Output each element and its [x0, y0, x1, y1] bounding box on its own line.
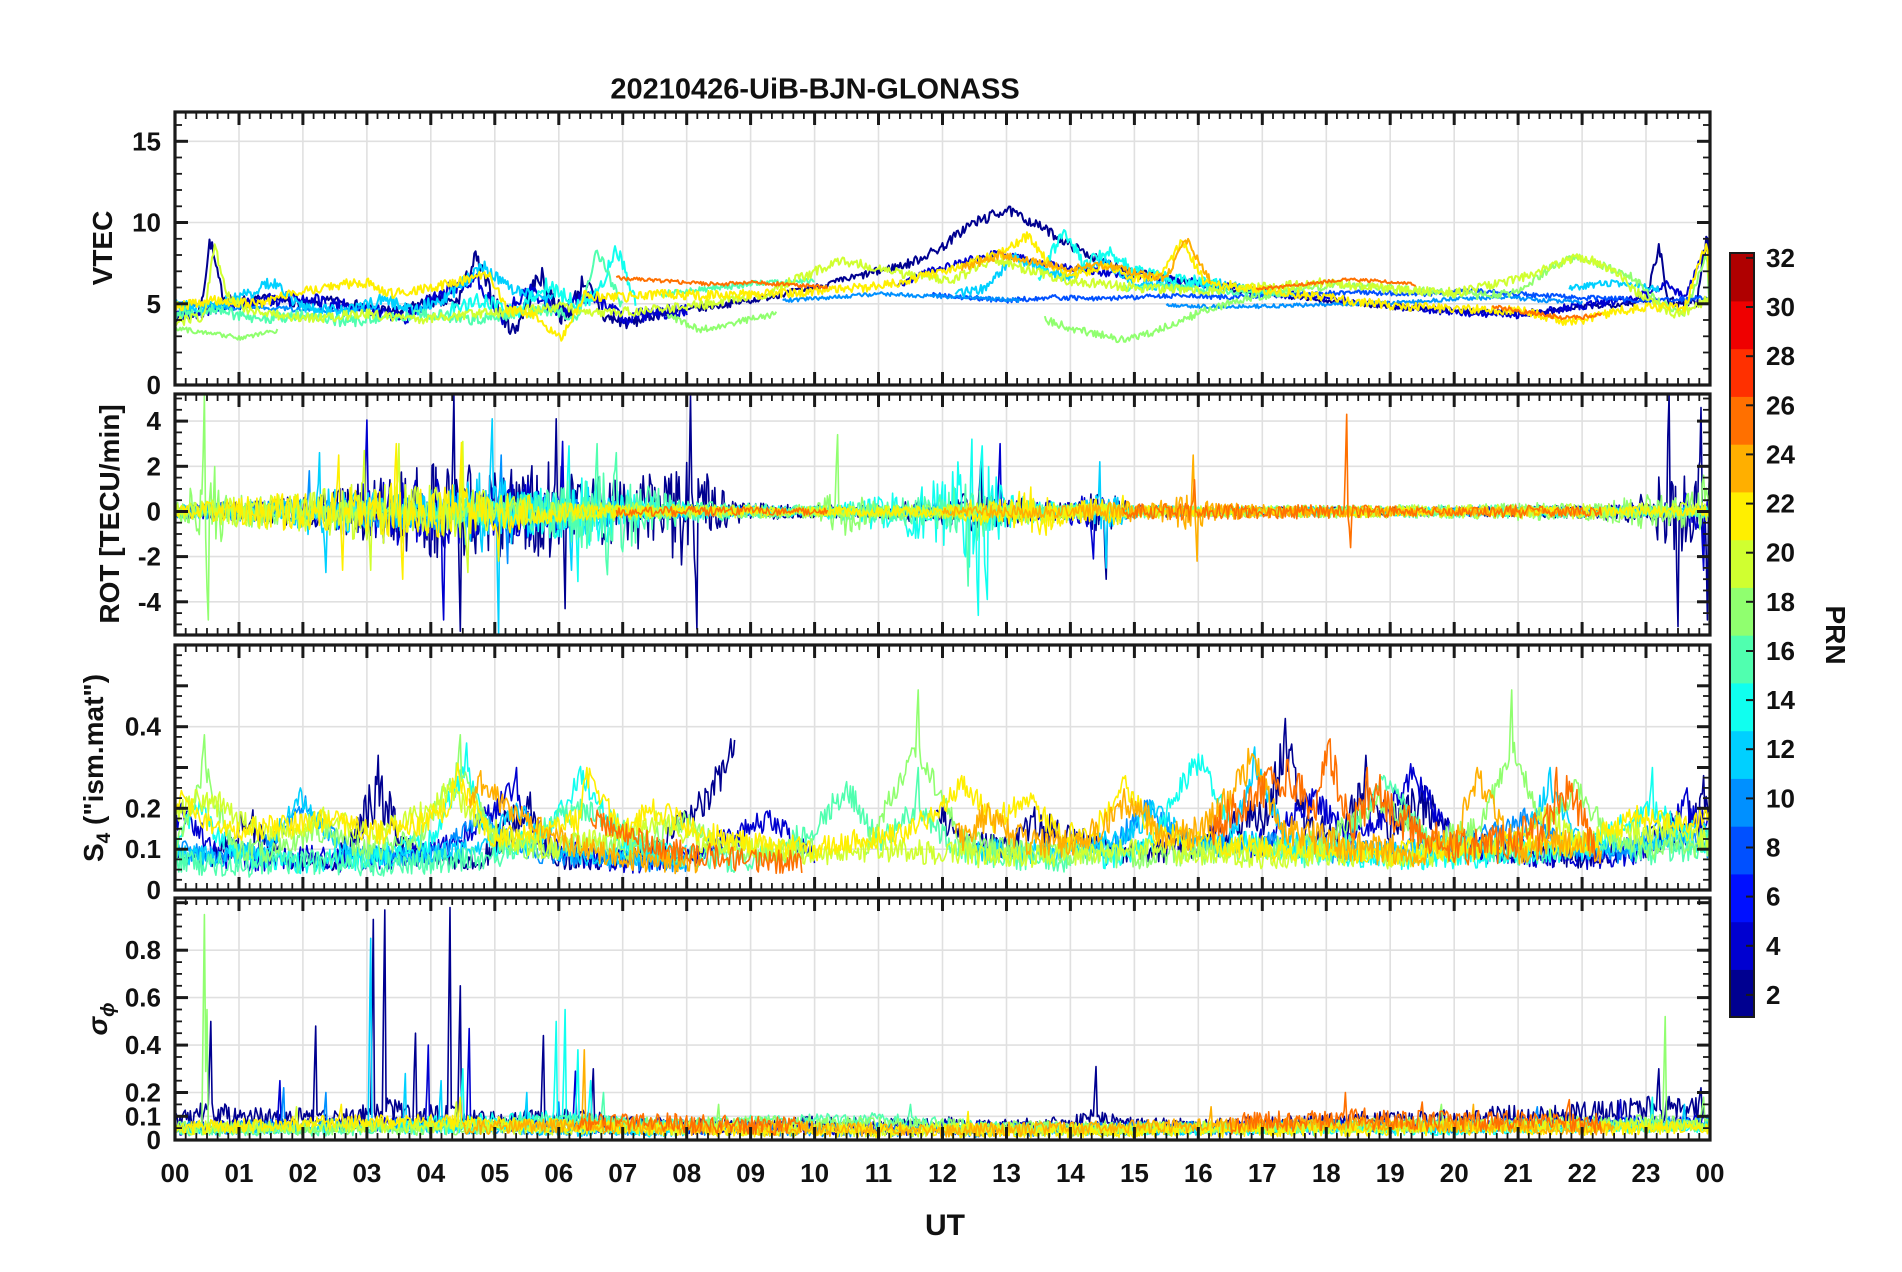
svg-text:12: 12 — [928, 1158, 957, 1188]
svg-text:20: 20 — [1440, 1158, 1469, 1188]
colorbar-segment — [1730, 444, 1754, 493]
colorbar-segment — [1730, 826, 1754, 875]
svg-text:12: 12 — [1766, 734, 1795, 764]
colorbar-segment — [1730, 491, 1754, 541]
svg-text:00: 00 — [161, 1158, 190, 1188]
svg-text:0.6: 0.6 — [125, 983, 161, 1013]
svg-text:0: 0 — [147, 497, 161, 527]
svg-text:0.4: 0.4 — [125, 1030, 162, 1060]
svg-text:6: 6 — [1766, 882, 1780, 912]
svg-text:06: 06 — [544, 1158, 573, 1188]
svg-text:0.2: 0.2 — [125, 1078, 161, 1108]
colorbar-label-prn: PRN — [1820, 605, 1851, 665]
svg-text:0.8: 0.8 — [125, 935, 161, 965]
colorbar-segment — [1730, 587, 1754, 636]
svg-text:2: 2 — [1766, 980, 1780, 1010]
colorbar-segment — [1730, 730, 1754, 779]
svg-text:18: 18 — [1766, 587, 1795, 617]
svg-text:28: 28 — [1766, 341, 1795, 371]
chart-title: 20210426-UiB-BJN-GLONASS — [610, 73, 1020, 106]
svg-text:01: 01 — [225, 1158, 254, 1188]
svg-text:11: 11 — [865, 1158, 893, 1188]
svg-text:22: 22 — [1766, 489, 1795, 519]
svg-text:0.4: 0.4 — [125, 712, 162, 742]
ylabel-vtec: VTEC — [87, 210, 118, 286]
svg-text:32: 32 — [1766, 243, 1795, 273]
svg-text:4: 4 — [1766, 931, 1781, 961]
svg-text:10: 10 — [800, 1158, 829, 1188]
svg-text:0.1: 0.1 — [125, 834, 161, 864]
svg-text:15: 15 — [132, 126, 161, 156]
svg-text:19: 19 — [1376, 1158, 1405, 1188]
svg-text:09: 09 — [736, 1158, 765, 1188]
svg-text:14: 14 — [1056, 1158, 1085, 1188]
svg-text:30: 30 — [1766, 292, 1795, 322]
svg-text:16: 16 — [1766, 636, 1795, 666]
svg-text:08: 08 — [672, 1158, 701, 1188]
svg-text:10: 10 — [132, 208, 161, 238]
svg-text:8: 8 — [1766, 833, 1780, 863]
svg-text:07: 07 — [608, 1158, 637, 1188]
ylabel-sigma: σ — [82, 1016, 114, 1036]
chart-canvas: 051015-4-202400.10.20.400.10.20.40.60.80… — [125, 110, 1795, 1188]
svg-text:13: 13 — [992, 1158, 1021, 1188]
svg-text:17: 17 — [1248, 1158, 1277, 1188]
svg-text:2: 2 — [147, 451, 161, 481]
ylabel-sigma-sub: ϕ — [97, 1002, 119, 1017]
colorbar-segment — [1730, 300, 1754, 350]
svg-text:26: 26 — [1766, 390, 1795, 420]
svg-text:03: 03 — [352, 1158, 381, 1188]
svg-text:21: 21 — [1504, 1158, 1533, 1188]
colorbar-segment — [1730, 539, 1754, 588]
svg-text:24: 24 — [1766, 439, 1795, 469]
colorbar-segment — [1730, 396, 1754, 445]
colorbar-segment — [1730, 873, 1754, 923]
ylabel-rot: ROT [TECU/min] — [94, 404, 125, 624]
svg-text:0.2: 0.2 — [125, 793, 161, 823]
figure: 0 5 10 15 -4 -2 0 2 4 0 0.1 0.2 0.4 0 0.1 0.2 0.4 0.6 0.8 0… — [0, 0, 1902, 1272]
colorbar-segment — [1730, 253, 1754, 302]
svg-text:14: 14 — [1766, 685, 1795, 715]
svg-text:16: 16 — [1184, 1158, 1213, 1188]
svg-text:05: 05 — [480, 1158, 509, 1188]
svg-text:10: 10 — [1766, 783, 1795, 813]
svg-text:4: 4 — [147, 406, 162, 436]
colorbar-segment — [1730, 635, 1754, 684]
svg-text:18: 18 — [1312, 1158, 1341, 1188]
svg-text:15: 15 — [1120, 1158, 1149, 1188]
ylabel-s4-main: S — [78, 843, 110, 863]
colorbar-segment — [1730, 778, 1754, 827]
ylabel-s4-sub: 4 — [93, 832, 115, 844]
ylabel-sigma-phi: σϕ — [82, 1002, 120, 1035]
series-prn-17 — [174, 325, 279, 341]
colorbar-segment — [1730, 969, 1754, 1018]
svg-text:22: 22 — [1568, 1158, 1597, 1188]
svg-text:-4: -4 — [138, 587, 162, 617]
svg-text:0: 0 — [147, 875, 161, 905]
svg-text:00: 00 — [1696, 1158, 1725, 1188]
svg-text:-2: -2 — [138, 542, 161, 572]
svg-text:02: 02 — [288, 1158, 317, 1188]
ylabel-s4: S4 ("ism.mat") — [78, 674, 116, 862]
svg-text:20: 20 — [1766, 538, 1795, 568]
svg-text:04: 04 — [416, 1158, 445, 1188]
svg-text:0: 0 — [147, 370, 161, 400]
svg-text:23: 23 — [1632, 1158, 1661, 1188]
ylabel-s4-rest: ("ism.mat") — [78, 673, 110, 833]
xlabel-ut: UT — [925, 1209, 965, 1242]
svg-text:5: 5 — [147, 289, 161, 319]
colorbar-segment — [1730, 682, 1754, 732]
